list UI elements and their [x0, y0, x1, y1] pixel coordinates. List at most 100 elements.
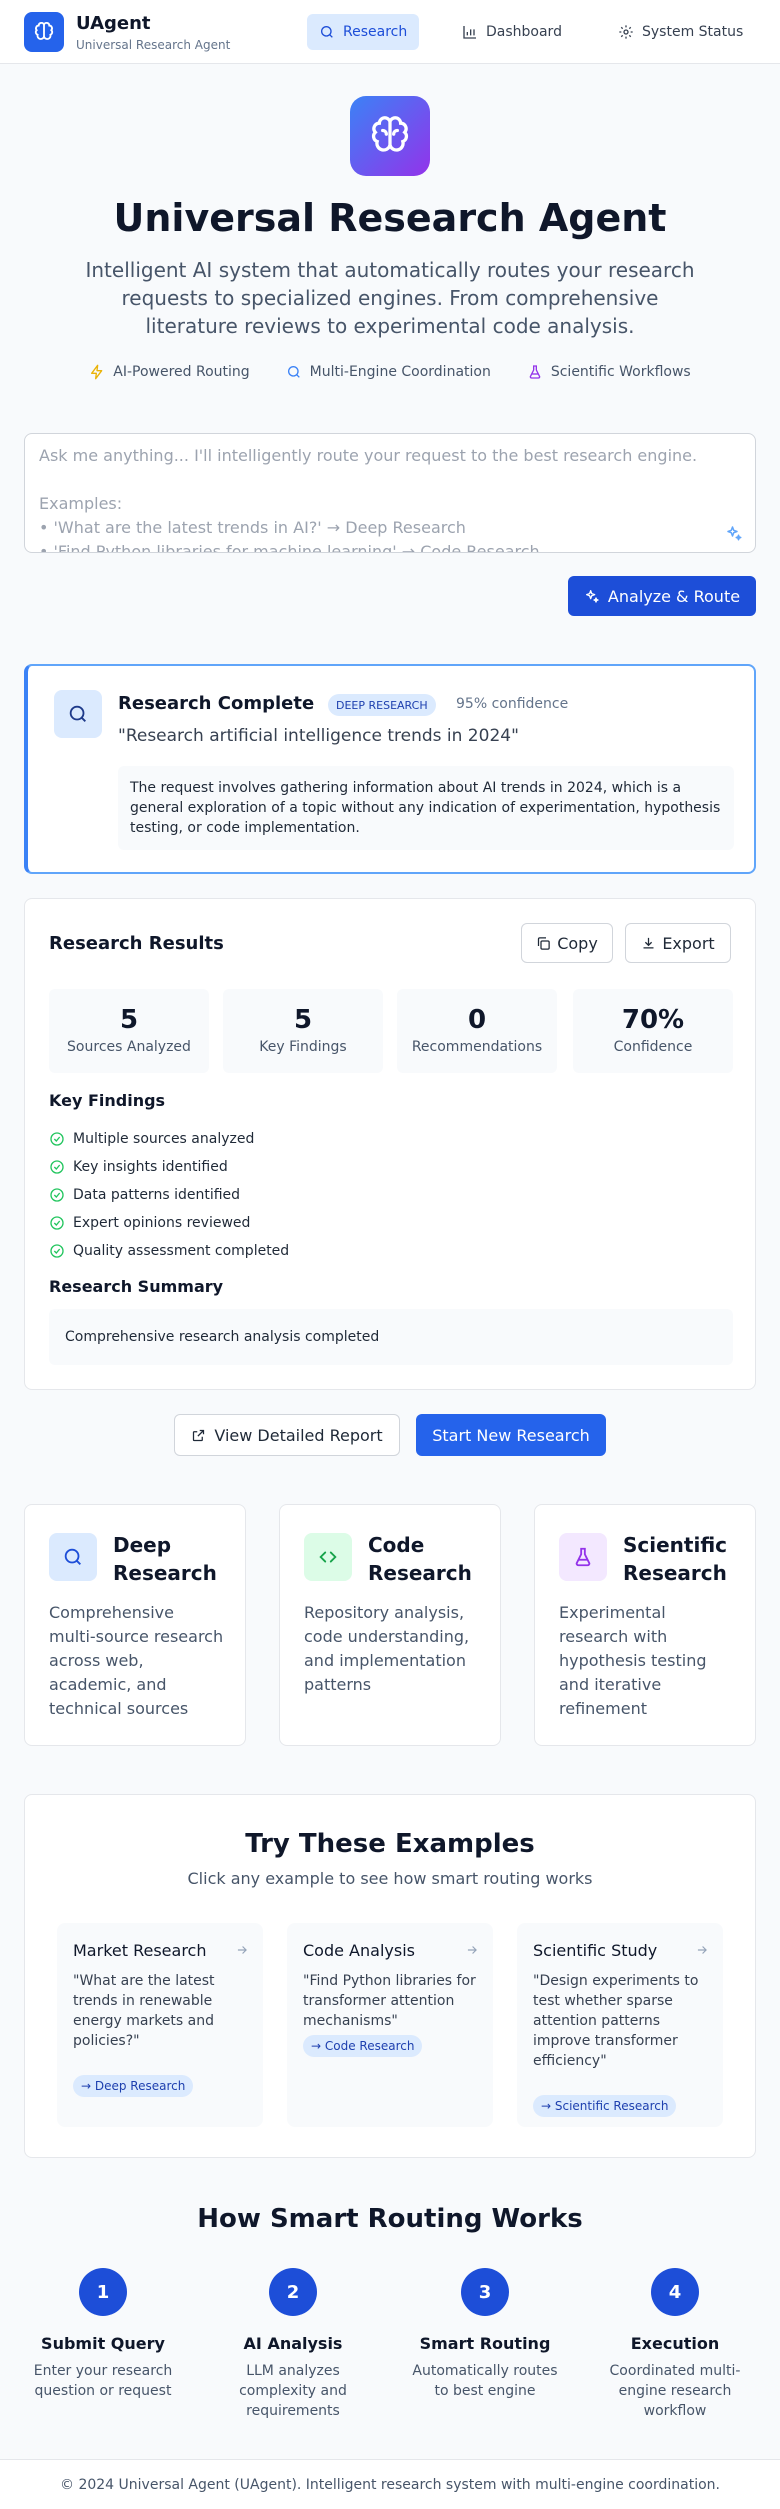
- example-card-market-research[interactable]: Market Research "What are the latest tre…: [57, 1923, 263, 2127]
- example-name: Market Research: [73, 1941, 207, 1960]
- step-description: Automatically routes to best engine: [412, 2363, 558, 2399]
- step-number: 4: [651, 2268, 699, 2316]
- finding-text: Key insights identified: [73, 1159, 228, 1175]
- routing-result-card: Research Complete DEEP RESEARCH 95% conf…: [24, 664, 756, 874]
- step-title: Smart Routing: [419, 2334, 551, 2353]
- search-icon: [286, 364, 302, 380]
- examples-panel: Try These Examples Click any example to …: [24, 1794, 756, 2158]
- copy-button[interactable]: Copy: [521, 923, 613, 963]
- start-new-research-button[interactable]: Start New Research: [416, 1414, 606, 1456]
- list-item: Multiple sources analyzed: [49, 1125, 289, 1153]
- research-summary-title: Research Summary: [49, 1277, 224, 1296]
- brain-logo-icon[interactable]: [24, 12, 64, 52]
- hero-description: Intelligent AI system that automatically…: [85, 258, 695, 338]
- flask-icon: [527, 364, 543, 380]
- page-title: Universal Research Agent: [113, 196, 667, 240]
- lightning-icon: [89, 364, 105, 380]
- feature-list: AI-Powered Routing Multi-Engine Coordina…: [0, 364, 780, 380]
- nav-system-status[interactable]: System Status: [606, 14, 755, 50]
- research-summary-text: Comprehensive research analysis complete…: [49, 1309, 733, 1365]
- example-query: "What are the latest trends in renewable…: [73, 1973, 215, 2049]
- feature-label: Scientific Workflows: [550, 364, 691, 380]
- routed-query: "Research artificial intelligence trends…: [118, 726, 519, 746]
- key-findings-title: Key Findings: [49, 1091, 166, 1110]
- engine-card-scientific-research: Scientific Research Experimental researc…: [534, 1504, 756, 1746]
- route-tag: → Code Research: [303, 2035, 423, 2057]
- top-navbar: UAgent Universal Research Agent Research…: [0, 0, 780, 64]
- stat-recommendations: 0 Recommendations: [397, 989, 557, 1073]
- stat-value: 0: [467, 1005, 487, 1035]
- brand-name[interactable]: UAgent: [76, 13, 151, 34]
- placeholder-line: Examples:: [39, 494, 123, 513]
- search-icon: [54, 690, 102, 738]
- external-link-icon: [191, 1428, 206, 1443]
- placeholder-line: Ask me anything... I'll intelligently ro…: [39, 446, 698, 465]
- stat-value: 70%: [621, 1005, 685, 1035]
- arrow-right-icon: [465, 1943, 479, 1957]
- engine-description: Experimental research with hypothesis te…: [559, 1603, 707, 1718]
- research-results-panel: Research Results Copy Export 5 Sources A…: [24, 898, 756, 1390]
- footer: © 2024 Universal Agent (UAgent). Intelli…: [0, 2459, 780, 2509]
- feature-scientific: Scientific Workflows: [527, 364, 691, 380]
- routing-reasoning: The request involves gathering informati…: [118, 766, 734, 850]
- export-label: Export: [662, 933, 715, 953]
- placeholder-line: • 'What are the latest trends in AI?' → …: [39, 518, 466, 537]
- engine-title: Scientific Research: [623, 1533, 728, 1585]
- stat-findings: 5 Key Findings: [223, 989, 383, 1073]
- engine-card-deep-research: Deep Research Comprehensive multi-source…: [24, 1504, 246, 1746]
- placeholder-line: [39, 468, 741, 492]
- placeholder-line: • 'Find Python libraries for machine lea…: [39, 542, 540, 553]
- brain-hero-icon: [350, 96, 430, 176]
- check-circle-icon: [49, 1131, 65, 1147]
- nav-dashboard[interactable]: Dashboard: [450, 14, 574, 50]
- example-card-code-analysis[interactable]: Code Analysis "Find Python libraries for…: [287, 1923, 493, 2127]
- stat-value: 5: [293, 1005, 313, 1035]
- how-it-works-title: How Smart Routing Works: [197, 2204, 583, 2234]
- search-icon: [49, 1533, 97, 1581]
- bar-chart-icon: [462, 24, 478, 40]
- copy-icon: [536, 936, 551, 951]
- step-description: Coordinated multi-engine research workfl…: [609, 2363, 741, 2419]
- finding-text: Multiple sources analyzed: [73, 1131, 255, 1147]
- step-ai-analysis: 2 AI Analysis LLM analyzes complexity an…: [218, 2268, 368, 2421]
- list-item: Data patterns identified: [49, 1181, 289, 1209]
- step-execution: 4 Execution Coordinated multi-engine res…: [600, 2268, 750, 2421]
- key-findings-list: Multiple sources analyzed Key insights i…: [49, 1125, 289, 1265]
- list-item: Quality assessment completed: [49, 1237, 289, 1265]
- routing-title: Research Complete: [118, 693, 315, 714]
- engine-title: Deep Research: [113, 1533, 217, 1585]
- nav-research[interactable]: Research: [307, 14, 420, 50]
- download-icon: [641, 936, 656, 951]
- examples-title: Try These Examples: [245, 1829, 535, 1859]
- stat-label: Key Findings: [259, 1039, 347, 1055]
- route-tag: → Scientific Research: [533, 2095, 677, 2117]
- query-textarea[interactable]: Ask me anything... I'll intelligently ro…: [24, 433, 756, 553]
- step-number: 3: [461, 2268, 509, 2316]
- feature-label: AI-Powered Routing: [113, 364, 250, 380]
- check-circle-icon: [49, 1243, 65, 1259]
- confidence-label: 95% confidence: [456, 696, 569, 712]
- step-title: Submit Query: [41, 2334, 165, 2353]
- analyze-route-button[interactable]: Analyze & Route: [568, 576, 756, 616]
- route-tag: → Deep Research: [73, 2075, 194, 2097]
- engine-badge: DEEP RESEARCH: [328, 694, 436, 716]
- view-detailed-report-button[interactable]: View Detailed Report: [174, 1414, 400, 1456]
- feature-multi-engine: Multi-Engine Coordination: [286, 364, 491, 380]
- step-smart-routing: 3 Smart Routing Automatically routes to …: [410, 2268, 560, 2401]
- example-query: "Design experiments to test whether spar…: [533, 1973, 699, 2069]
- engine-description: Repository analysis, code understanding,…: [304, 1603, 470, 1694]
- export-button[interactable]: Export: [625, 923, 731, 963]
- engine-card-code-research: Code Research Repository analysis, code …: [279, 1504, 501, 1746]
- arrow-right-icon: [235, 1943, 249, 1957]
- example-card-scientific-study[interactable]: Scientific Study "Design experiments to …: [517, 1923, 723, 2127]
- check-circle-icon: [49, 1215, 65, 1231]
- engine-description: Comprehensive multi-source research acro…: [49, 1603, 224, 1718]
- code-icon: [304, 1533, 352, 1581]
- nav-research-label: Research: [343, 24, 408, 40]
- view-detailed-report-label: View Detailed Report: [214, 1425, 383, 1445]
- nav-dashboard-label: Dashboard: [486, 24, 562, 40]
- nav-system-status-label: System Status: [642, 24, 744, 40]
- engine-title: Code Research: [368, 1533, 472, 1585]
- arrow-right-icon: [695, 1943, 709, 1957]
- finding-text: Data patterns identified: [73, 1187, 241, 1203]
